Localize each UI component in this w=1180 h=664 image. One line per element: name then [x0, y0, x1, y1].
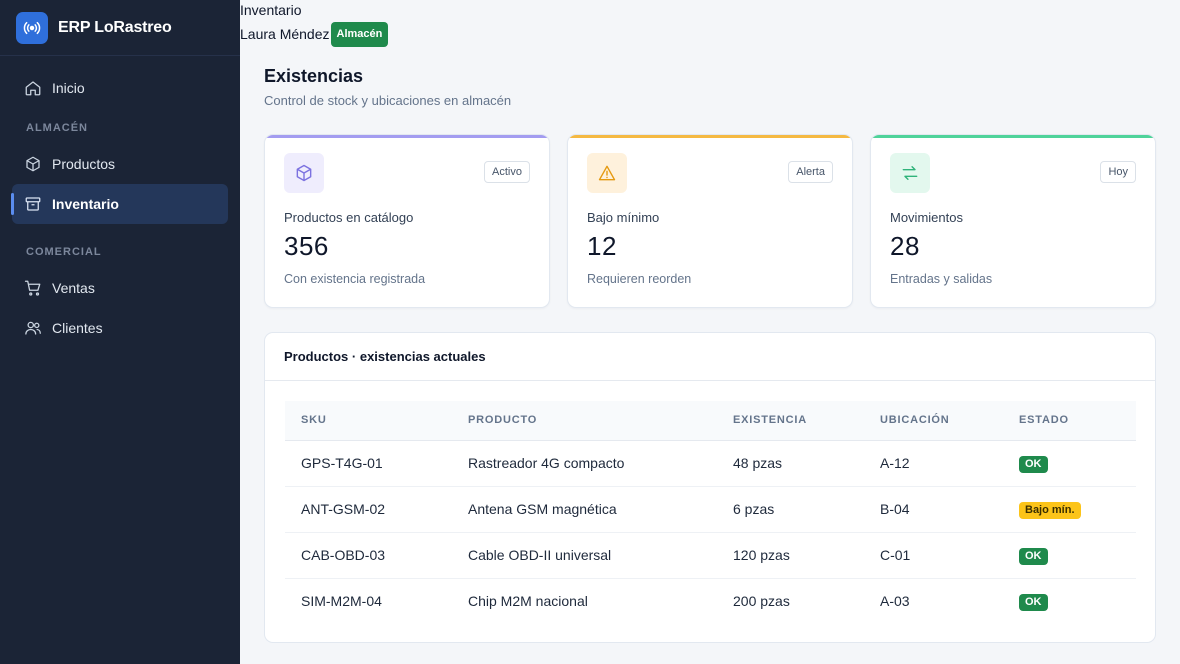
sidebar-item-ventas[interactable]: Ventas	[12, 268, 228, 308]
status-badge: OK	[1019, 593, 1048, 611]
cell-sku: SIM-M2M-04	[301, 593, 382, 610]
cart-icon	[24, 279, 42, 297]
stat-note: Requieren reorden	[587, 272, 692, 286]
status-badge: Bajo mín.	[1019, 501, 1081, 519]
cell-product: Cable OBD-II universal	[468, 532, 733, 579]
card-accent-bar	[568, 135, 852, 138]
page-subtitle: Control de stock y ubicaciones en almacé…	[264, 93, 512, 108]
table-header-row: SKU PRODUCTO EXISTENCIA UBICACIÓN ESTADO	[285, 401, 1136, 441]
table-row[interactable]: CAB-OBD-03 Cable OBD-II universal 120 pz…	[285, 532, 1136, 579]
box-icon	[284, 153, 324, 193]
stat-label: Movimientos	[890, 210, 963, 225]
sidebar-item-label: Clientes	[52, 320, 103, 336]
cell-status: OK	[1019, 440, 1136, 487]
app-name: ERP LoRastreo	[58, 18, 172, 36]
cell-location: C-01	[880, 532, 1019, 579]
brand[interactable]: ERP LoRastreo	[0, 0, 240, 56]
users-icon	[24, 319, 42, 337]
cell-location: A-03	[880, 593, 910, 610]
sidebar-item-label: Ventas	[52, 280, 95, 296]
table-row[interactable]: SIM-M2M-04 Chip M2M nacional 200 pzas A-…	[285, 578, 1136, 624]
column-header-existencia[interactable]: EXISTENCIA	[733, 401, 880, 441]
table-row[interactable]: GPS-T4G-01 Rastreador 4G compacto 48 pza…	[285, 440, 1136, 487]
home-icon	[24, 79, 42, 97]
sidebar-item-label: Inventario	[52, 196, 119, 212]
cell-stock: 120 pzas	[733, 532, 880, 579]
stat-note: Entradas y salidas	[890, 272, 993, 286]
card-accent-bar	[265, 135, 549, 138]
cell-location: A-12	[880, 440, 1019, 487]
cell-stock: 200 pzas	[733, 593, 790, 610]
stat-value: 356	[284, 231, 329, 261]
table-row[interactable]: ANT-GSM-02 Antena GSM magnética 6 pzas B…	[285, 486, 1136, 533]
status-tag: Hoy	[1100, 161, 1136, 183]
stock-table-panel: Productos · existencias actuales SKU PRO…	[264, 332, 1156, 643]
status-badge: OK	[1019, 547, 1048, 565]
page-title: Existencias	[264, 66, 364, 86]
stat-label: Productos en catálogo	[284, 210, 414, 225]
stat-value: 28	[890, 231, 920, 261]
cell-status: OK	[1019, 578, 1136, 624]
role-badge: Almacén	[330, 22, 389, 47]
user-info[interactable]: Laura Méndez Almacén	[240, 22, 389, 47]
cell-product: Antena GSM magnética	[468, 486, 733, 533]
radio-broadcast-icon	[16, 11, 48, 44]
sidebar-item-label: Productos	[52, 156, 116, 172]
sidebar-item-clientes[interactable]: Clientes	[12, 308, 228, 348]
breadcrumb: Inventario	[240, 2, 302, 18]
status-tag: Alerta	[788, 161, 833, 183]
status-badge: OK	[1019, 455, 1048, 473]
status-tag: Activo	[484, 161, 530, 183]
column-header-estado[interactable]: ESTADO	[1019, 401, 1136, 441]
cell-status: Bajo mín.	[1019, 486, 1136, 533]
section-label-almacen: ALMACÉN	[26, 122, 88, 134]
cell-location: B-04	[880, 486, 1019, 533]
sidebar-item-inventario[interactable]: Inventario	[11, 184, 228, 224]
panel-title: Productos · existencias actuales	[265, 333, 1155, 381]
stock-table: SKU PRODUCTO EXISTENCIA UBICACIÓN ESTADO…	[285, 401, 1136, 624]
cell-sku: GPS-T4G-01	[285, 440, 468, 487]
warning-icon	[587, 153, 627, 193]
cell-sku: ANT-GSM-02	[285, 486, 468, 533]
column-header-sku[interactable]: SKU	[285, 401, 468, 441]
column-header-producto[interactable]: PRODUCTO	[468, 401, 733, 441]
stat-note: Con existencia registrada	[284, 272, 426, 286]
stat-value: 12	[587, 231, 617, 261]
cell-sku: CAB-OBD-03	[285, 532, 468, 579]
cell-stock: 6 pzas	[733, 486, 880, 533]
archive-icon	[24, 195, 42, 213]
sidebar-item-label: Inicio	[52, 80, 85, 96]
cell-stock: 48 pzas	[733, 440, 880, 487]
cell-status: OK	[1019, 532, 1136, 579]
sidebar-nav: Inicio ALMACÉN Productos Inventario COME…	[0, 56, 240, 348]
sidebar: ERP LoRastreo Inicio ALMACÉN Productos I…	[0, 0, 240, 664]
sidebar-item-inicio[interactable]: Inicio	[12, 68, 228, 108]
user-name: Laura Méndez	[240, 26, 330, 42]
column-header-ubicacion[interactable]: UBICACIÓN	[880, 401, 1019, 441]
card-accent-bar	[871, 135, 1155, 138]
stat-card-bajo-minimo: Alerta Bajo mínimo 12 Requieren reorden	[567, 134, 853, 308]
sidebar-item-productos[interactable]: Productos	[12, 144, 228, 184]
arrows-exchange-icon	[890, 153, 930, 193]
box-icon	[24, 155, 42, 173]
stat-label: Bajo mínimo	[587, 210, 660, 225]
cell-product: Rastreador 4G compacto	[468, 440, 733, 487]
stat-card-catalogo: Activo Productos en catálogo 356 Con exi…	[264, 134, 550, 308]
cell-product: Chip M2M nacional	[468, 593, 588, 610]
section-label-comercial: COMERCIAL	[26, 246, 102, 258]
stat-card-movimientos: Hoy Movimientos 28 Entradas y salidas	[870, 134, 1156, 308]
